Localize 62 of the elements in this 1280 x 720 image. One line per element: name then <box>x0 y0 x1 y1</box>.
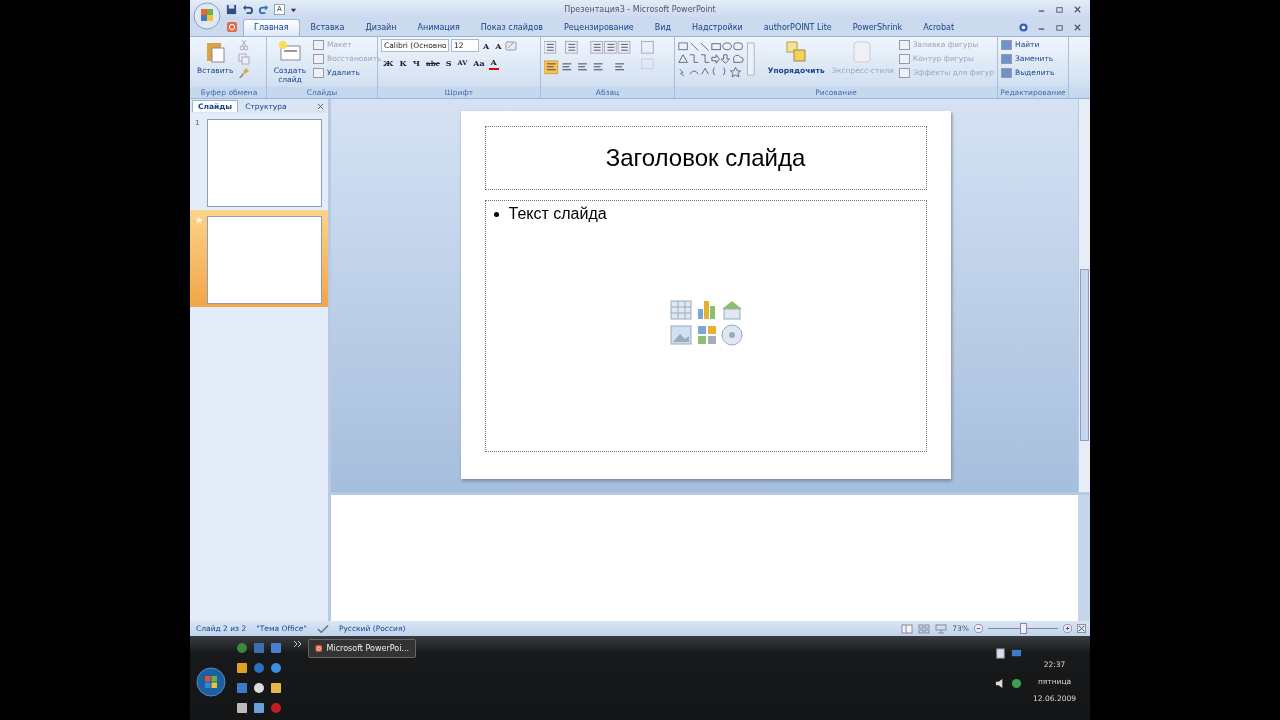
powerpoint-icon <box>315 643 323 654</box>
font-color-button[interactable]: A <box>488 56 499 70</box>
app-launcher-icon[interactable] <box>270 682 282 694</box>
ribbon-tab[interactable]: Вставка <box>300 20 355 36</box>
app-launcher-icon[interactable] <box>253 682 265 694</box>
close-icon[interactable] <box>1073 22 1082 32</box>
undo-icon[interactable] <box>242 3 253 15</box>
ribbon-tab[interactable]: Рецензирование <box>554 20 644 36</box>
new-slide-icon <box>278 40 302 64</box>
more-arrows-icon[interactable] <box>294 640 302 649</box>
ribbon-tab[interactable]: Главная <box>243 19 300 36</box>
slide-thumbnail[interactable] <box>206 119 322 207</box>
zoom-out-icon[interactable] <box>974 624 983 633</box>
ribbon-tab[interactable]: PowerShrink <box>842 20 913 36</box>
close-icon[interactable] <box>1073 4 1082 14</box>
content-placeholder[interactable]: Текст слайда <box>484 200 927 452</box>
redo-icon[interactable] <box>258 3 269 15</box>
powerpoint-icon[interactable] <box>226 21 238 33</box>
window-title: Презентация3 - Microsoft PowerPoint <box>564 4 716 14</box>
zoom-slider-thumb[interactable] <box>1020 623 1027 634</box>
format-button[interactable]: К <box>397 57 409 69</box>
taskbar-button[interactable]: Microsoft PowerPoi... <box>308 639 416 658</box>
insert-content-icons-drawing[interactable] <box>669 299 744 347</box>
normal-view-icon[interactable] <box>901 623 914 634</box>
shrink-font-button[interactable]: A <box>493 39 504 52</box>
slideshow-view-icon[interactable] <box>935 623 948 634</box>
spellcheck-icon[interactable] <box>316 623 329 634</box>
app-launcher-icon[interactable] <box>236 662 248 674</box>
zoom-in-icon[interactable] <box>1063 624 1072 633</box>
arrange-icon <box>784 40 809 64</box>
format-button[interactable]: Ж <box>381 57 396 69</box>
format-button[interactable]: Aa <box>471 57 487 69</box>
monitor-icon[interactable] <box>1011 648 1023 659</box>
close-icon[interactable] <box>317 102 324 110</box>
slide-thumbnail-row[interactable] <box>190 210 328 307</box>
ribbon-tab[interactable]: Показ слайдов <box>470 20 553 36</box>
fit-window-icon[interactable] <box>1077 624 1086 633</box>
sync-icon[interactable] <box>1011 677 1023 689</box>
slide-title: Заголовок слайда <box>605 144 806 172</box>
save-icon[interactable] <box>226 3 237 15</box>
start-button-icon[interactable] <box>196 667 226 697</box>
app-launcher-icon[interactable] <box>236 702 248 714</box>
ribbon-tab[interactable]: Дизайн <box>355 20 407 36</box>
bullet-text: Текст слайда <box>508 205 607 223</box>
grow-font-button[interactable]: A <box>481 39 492 52</box>
app-launcher-icon[interactable] <box>253 702 265 714</box>
ribbon-tab[interactable]: Анимация <box>407 20 470 36</box>
sorter-view-icon[interactable] <box>918 623 931 634</box>
clear-format-icon[interactable] <box>505 39 518 52</box>
ribbon-tab[interactable]: Надстройки <box>682 20 753 36</box>
title-placeholder[interactable]: Заголовок слайда <box>484 126 927 190</box>
ribbon-tab[interactable]: authorPOINT Lite <box>753 20 842 36</box>
vertical-scrollbar[interactable] <box>1078 99 1090 492</box>
bullet-icon <box>493 211 499 217</box>
ribbon-tab[interactable]: Вид <box>644 20 681 36</box>
star-icon <box>195 216 203 224</box>
notes-field[interactable] <box>331 495 1078 621</box>
help-icon[interactable] <box>1019 22 1028 32</box>
format-button[interactable]: S <box>443 57 454 69</box>
ribbon-tab[interactable]: Acrobat <box>913 20 965 36</box>
slide-thumbnail[interactable] <box>206 216 322 304</box>
format-button[interactable]: Ч <box>410 57 423 69</box>
